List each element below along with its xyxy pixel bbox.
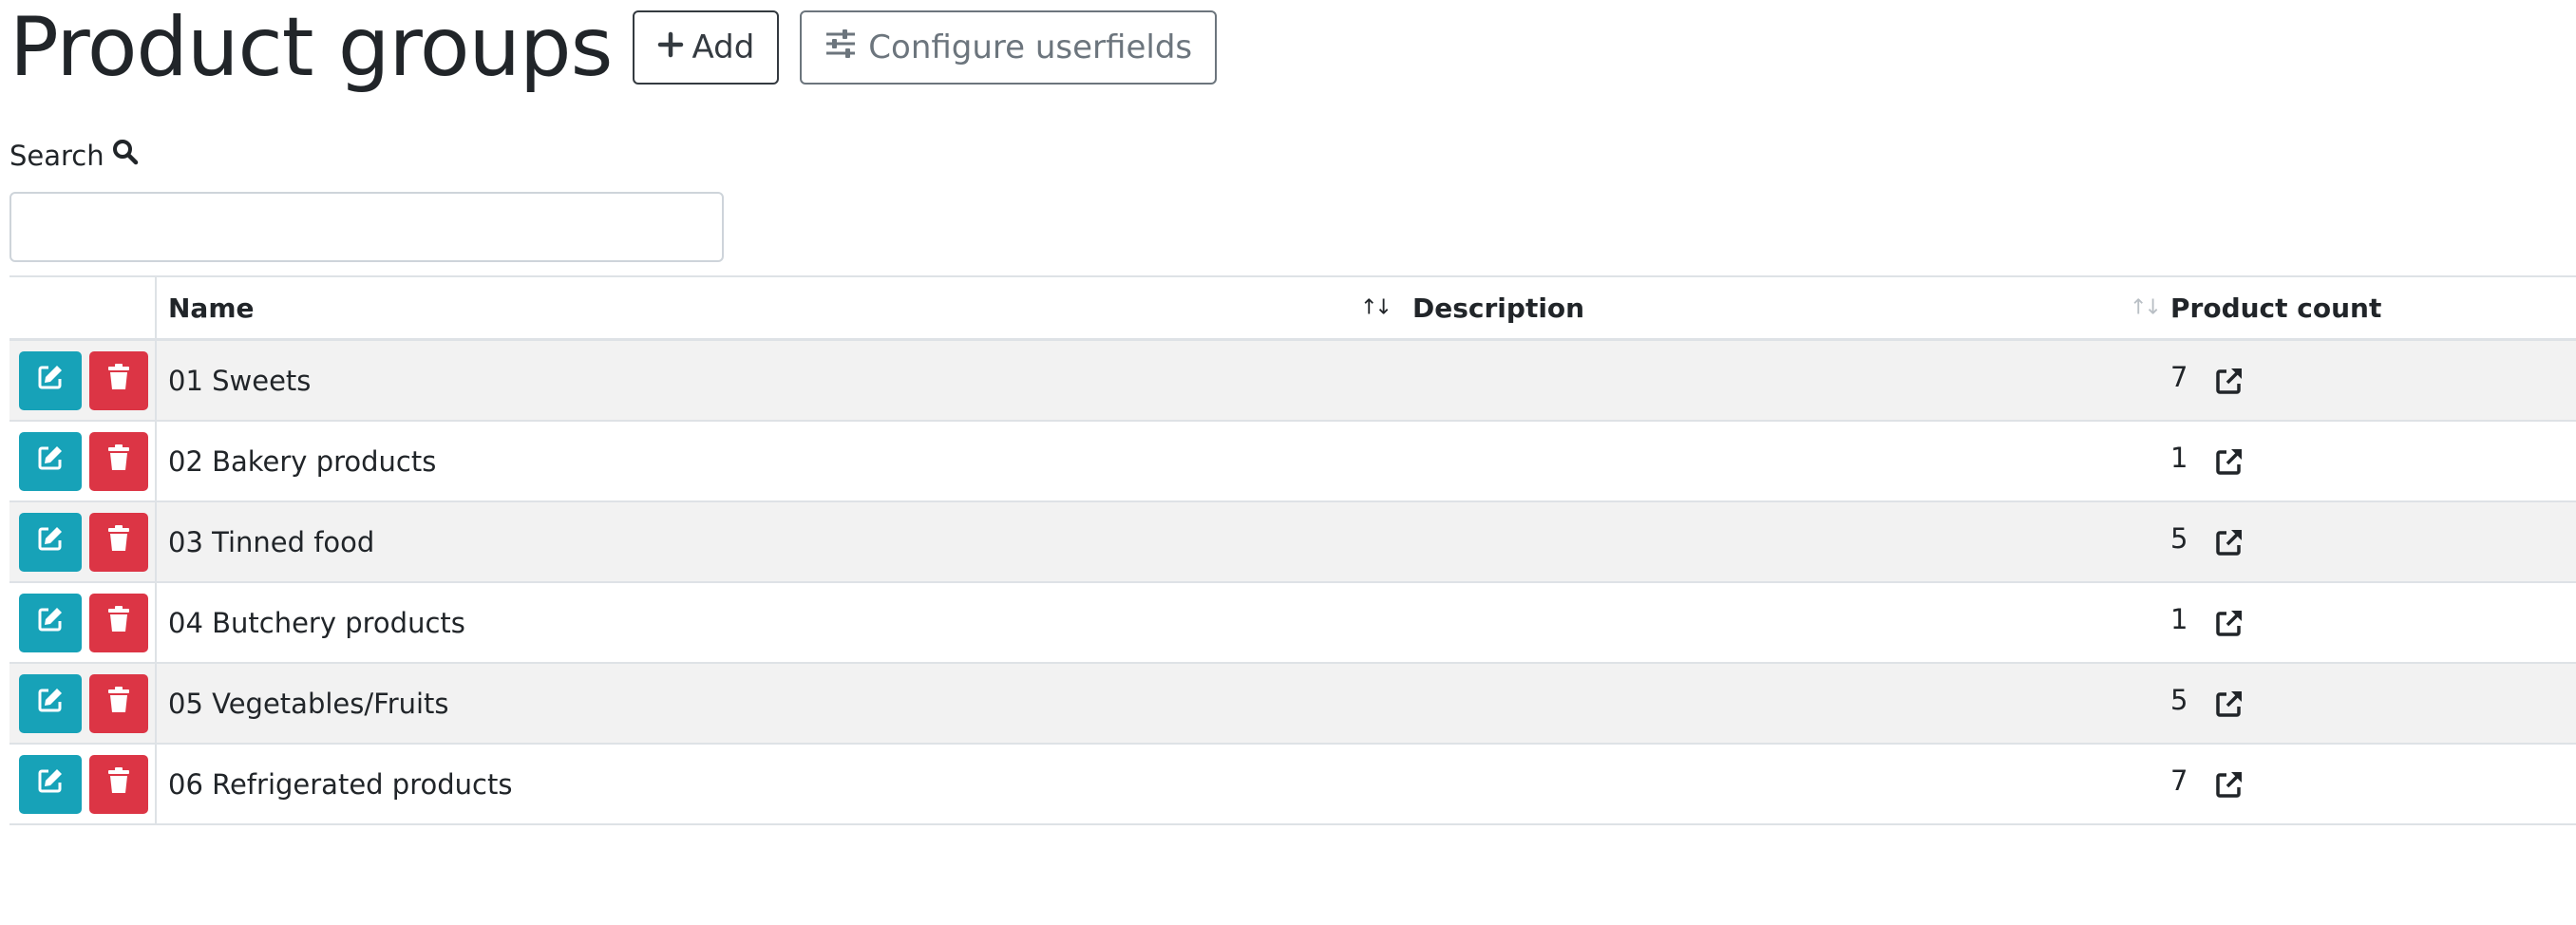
row-actions [9, 502, 157, 581]
configure-userfields-label: Configure userfields [868, 28, 1193, 66]
external-link-icon[interactable] [2214, 527, 2245, 557]
table-row: 04 Butchery products 1 [9, 583, 2576, 664]
row-actions [9, 583, 157, 662]
page-header: Product groups Add Configure userfields [9, 0, 1218, 95]
row-actions [9, 745, 157, 823]
cell-product-count: 7 [2170, 745, 2576, 823]
cell-name: 04 Butchery products [168, 606, 465, 639]
table-header: Name ↑↓ Description ↑↓ Product count [9, 277, 2576, 341]
product-count-value: 7 [2170, 360, 2188, 393]
cell-description [1401, 583, 2170, 662]
edit-icon [36, 686, 65, 721]
cell-name: 05 Vegetables/Fruits [168, 687, 449, 720]
edit-icon [36, 444, 65, 479]
cell-description [1401, 745, 2170, 823]
cell-description [1401, 664, 2170, 743]
product-count-value: 1 [2170, 602, 2188, 635]
product-count-value: 1 [2170, 441, 2188, 474]
table-row: 03 Tinned food 5 [9, 502, 2576, 583]
delete-button[interactable] [89, 754, 148, 814]
trash-icon [106, 766, 131, 802]
cell-product-count: 5 [2170, 502, 2576, 581]
edit-icon [36, 605, 65, 640]
sort-icon: ↑↓ [2130, 295, 2162, 320]
column-header-product-count-label: Product count [2170, 292, 2382, 324]
external-link-icon[interactable] [2214, 366, 2245, 396]
edit-button[interactable] [19, 593, 82, 652]
column-header-description-label: Description [1412, 292, 1585, 324]
configure-userfields-button[interactable]: Configure userfields [800, 10, 1218, 85]
external-link-icon[interactable] [2214, 689, 2245, 719]
external-link-icon[interactable] [2214, 769, 2245, 800]
add-button-label: Add [691, 28, 755, 66]
edit-button[interactable] [19, 754, 82, 814]
search-label-text: Search [9, 139, 104, 172]
cell-name: 03 Tinned food [168, 525, 375, 558]
table-row: 06 Refrigerated products 7 [9, 745, 2576, 825]
edit-icon [36, 363, 65, 398]
column-header-product-count[interactable]: Product count [2170, 277, 2576, 338]
search-icon [112, 139, 139, 172]
cell-product-count: 1 [2170, 583, 2576, 662]
delete-button[interactable] [89, 431, 148, 491]
actions-header [9, 277, 157, 338]
trash-icon [106, 605, 131, 640]
cell-name: 02 Bakery products [168, 444, 437, 478]
product-count-value: 5 [2170, 683, 2188, 716]
cell-description [1401, 341, 2170, 420]
sort-icon: ↑↓ [1360, 295, 1392, 320]
search-label: Search [9, 139, 139, 172]
cell-product-count: 7 [2170, 341, 2576, 420]
product-groups-table: Name ↑↓ Description ↑↓ Product count 01 … [9, 275, 2576, 825]
product-count-value: 5 [2170, 521, 2188, 555]
sliders-icon [824, 28, 857, 66]
delete-button[interactable] [89, 350, 148, 410]
cell-product-count: 1 [2170, 422, 2576, 500]
edit-button[interactable] [19, 673, 82, 733]
delete-button[interactable] [89, 673, 148, 733]
edit-icon [36, 766, 65, 802]
external-link-icon[interactable] [2214, 446, 2245, 477]
delete-button[interactable] [89, 512, 148, 572]
column-header-name[interactable]: Name ↑↓ [157, 277, 1401, 338]
trash-icon [106, 444, 131, 479]
plus-icon [657, 28, 684, 66]
row-actions [9, 664, 157, 743]
table-row: 05 Vegetables/Fruits 5 [9, 664, 2576, 745]
column-header-name-label: Name [168, 292, 255, 324]
column-header-description[interactable]: Description ↑↓ [1401, 277, 2170, 338]
trash-icon [106, 686, 131, 721]
add-button[interactable]: Add [633, 10, 780, 85]
cell-name: 01 Sweets [168, 364, 312, 397]
delete-button[interactable] [89, 593, 148, 652]
cell-description [1401, 502, 2170, 581]
product-count-value: 7 [2170, 764, 2188, 797]
search-input[interactable] [9, 192, 724, 262]
trash-icon [106, 363, 131, 398]
cell-description [1401, 422, 2170, 500]
trash-icon [106, 524, 131, 559]
edit-button[interactable] [19, 431, 82, 491]
cell-product-count: 5 [2170, 664, 2576, 743]
row-actions [9, 422, 157, 500]
product-groups-page: Product groups Add Configure userfields … [0, 0, 2576, 925]
edit-icon [36, 524, 65, 559]
table-row: 01 Sweets 7 [9, 341, 2576, 422]
external-link-icon[interactable] [2214, 608, 2245, 638]
row-actions [9, 341, 157, 420]
edit-button[interactable] [19, 350, 82, 410]
page-title: Product groups [9, 0, 613, 95]
edit-button[interactable] [19, 512, 82, 572]
cell-name: 06 Refrigerated products [168, 767, 513, 801]
table-row: 02 Bakery products 1 [9, 422, 2576, 502]
